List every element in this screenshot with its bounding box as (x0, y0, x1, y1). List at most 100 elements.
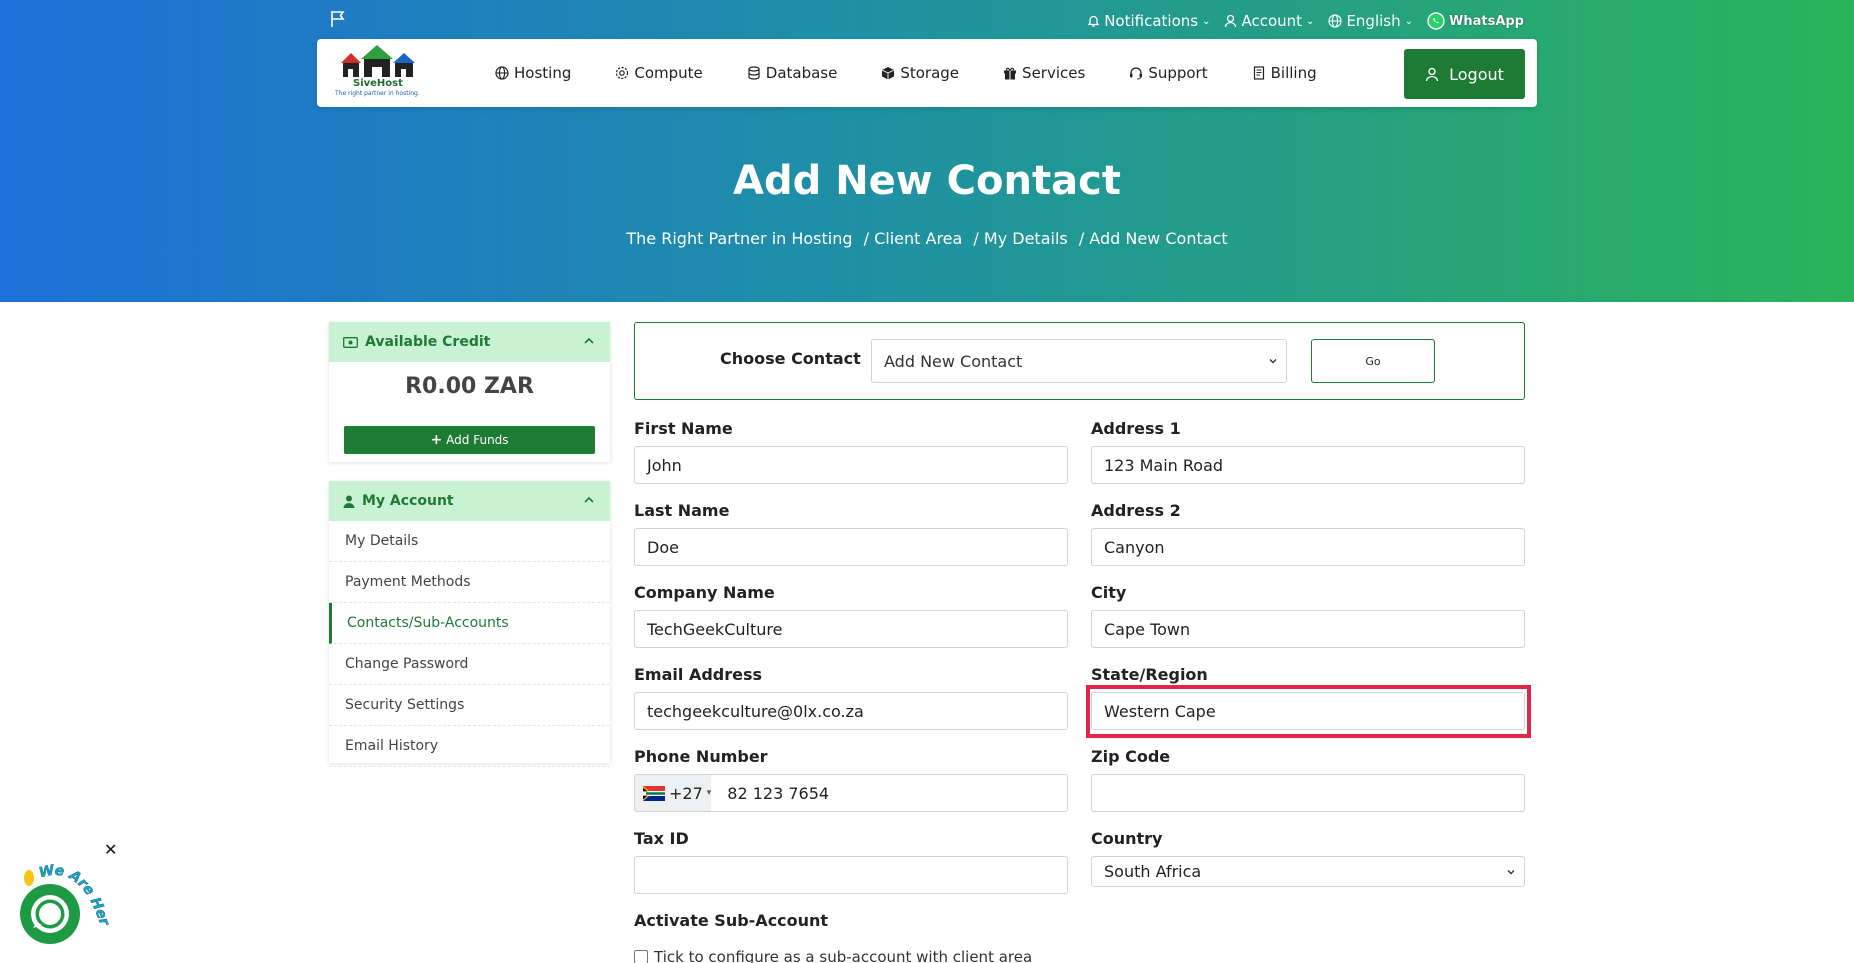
hero-banner: Notifications ⌄ Account ⌄ English ⌄ What… (0, 0, 1854, 302)
money-icon (343, 336, 358, 348)
my-account-header[interactable]: My Account (329, 481, 610, 521)
sidebar-item-contacts[interactable]: Contacts/Sub-Accounts (329, 603, 610, 644)
nav-database[interactable]: Database (747, 64, 838, 82)
subaccount-checkbox[interactable] (634, 950, 648, 963)
breadcrumb-home[interactable]: The Right Partner in Hosting (626, 229, 852, 248)
available-credit-panel: Available Credit R0.00 ZAR + Add Funds (329, 322, 610, 462)
user-icon (1425, 67, 1439, 81)
page-title: Add New Contact (733, 158, 1121, 204)
subaccount-checkbox-label: Tick to configure as a sub-account with … (654, 948, 1033, 963)
country-label: Country (1091, 829, 1163, 848)
last-name-field[interactable]: Doe (634, 528, 1068, 566)
chevron-down-icon (1269, 359, 1277, 364)
chevron-up-icon (584, 496, 594, 503)
first-name-label: First Name (634, 419, 733, 438)
phone-value: 82 123 7654 (727, 783, 830, 803)
choose-contact-box: Choose Contact Add New Contact Go (634, 322, 1525, 400)
notifications-menu[interactable]: Notifications ⌄ (1087, 12, 1210, 30)
address2-field[interactable]: Canyon (1091, 528, 1525, 566)
nav-billing[interactable]: Billing (1252, 64, 1317, 82)
address2-label: Address 2 (1091, 501, 1181, 520)
available-credit-header[interactable]: Available Credit (329, 322, 610, 362)
houses-logo-icon (341, 45, 415, 77)
last-name-label: Last Name (634, 501, 730, 520)
choose-contact-select[interactable]: Add New Contact (871, 339, 1287, 383)
globe-icon (1328, 14, 1343, 28)
go-button[interactable]: Go (1311, 339, 1435, 383)
tax-id-field[interactable] (634, 856, 1068, 894)
flag-icon[interactable] (330, 10, 346, 28)
address1-field[interactable]: 123 Main Road (1091, 446, 1525, 484)
zip-code-label: Zip Code (1091, 747, 1171, 766)
chat-button[interactable] (20, 884, 80, 944)
plus-icon: + (430, 432, 443, 448)
chat-bubble-icon (31, 895, 69, 933)
user-icon (343, 495, 355, 508)
sivehost-logo[interactable]: SiveHost The right partner in hosting. (335, 45, 427, 101)
breadcrumb: The Right Partner in Hosting / Client Ar… (0, 229, 1854, 248)
my-account-panel: My Account My Details Payment Methods Co… (329, 481, 610, 767)
nav-compute[interactable]: Compute (615, 64, 703, 82)
document-icon (1253, 66, 1264, 80)
address1-label: Address 1 (1091, 419, 1181, 438)
chevron-down-icon (1507, 869, 1515, 874)
bell-icon (1087, 15, 1100, 27)
email-field[interactable]: techgeekculture@0lx.co.za (634, 692, 1068, 730)
chat-close-icon[interactable]: ✕ (104, 840, 117, 859)
whatsapp-label: WhatsApp (1449, 13, 1524, 29)
globe-icon (495, 66, 509, 80)
available-credit-title: Available Credit (365, 334, 491, 350)
chevron-down-icon: ⌄ (1404, 15, 1413, 27)
email-value: techgeekculture@0lx.co.za (647, 701, 864, 721)
city-field[interactable]: Cape Town (1091, 610, 1525, 648)
activate-subaccount-label: Activate Sub-Account (634, 911, 829, 930)
country-code: +27 (669, 783, 703, 803)
choose-contact-label: Choose Contact (720, 349, 861, 368)
phone-field[interactable]: +27 ▾ 82 123 7654 (634, 774, 1068, 812)
gear-icon (616, 66, 629, 80)
state-region-field[interactable]: Western Cape (1091, 692, 1525, 730)
city-value: Cape Town (1104, 619, 1191, 639)
whatsapp-link[interactable]: WhatsApp (1427, 12, 1524, 30)
email-address-label: Email Address (634, 665, 763, 684)
sidebar-item-my-details[interactable]: My Details (329, 521, 610, 562)
sidebar-item-email-history[interactable]: Email History (329, 726, 610, 767)
gift-icon (1004, 67, 1017, 80)
my-account-title: My Account (362, 493, 454, 509)
chevron-up-icon (584, 337, 594, 344)
sidebar-item-change-password[interactable]: Change Password (329, 644, 610, 685)
caret-down-icon: ▾ (706, 788, 712, 798)
sidebar-item-security-settings[interactable]: Security Settings (329, 685, 610, 726)
tax-id-label: Tax ID (634, 829, 689, 848)
nav-billing-label: Billing (1270, 64, 1317, 82)
nav-services[interactable]: Services (1003, 64, 1085, 82)
state-region-value: Western Cape (1104, 701, 1216, 721)
breadcrumb-client-area[interactable]: / Client Area (864, 229, 963, 248)
nav-storage[interactable]: Storage (881, 64, 959, 82)
nav-support[interactable]: Support (1129, 64, 1208, 82)
nav-menu: Hosting Compute Database Storage Service… (495, 39, 1361, 107)
logout-label: Logout (1449, 64, 1504, 84)
breadcrumb-my-details[interactable]: / My Details (973, 229, 1067, 248)
add-funds-label: Add Funds (446, 433, 509, 447)
nav-hosting[interactable]: Hosting (495, 64, 571, 82)
add-funds-button[interactable]: + Add Funds (344, 426, 595, 454)
account-menu[interactable]: Account ⌄ (1224, 12, 1314, 30)
city-label: City (1091, 583, 1127, 602)
company-name-label: Company Name (634, 583, 775, 602)
nav-database-label: Database (765, 64, 838, 82)
country-code-dropdown[interactable]: +27 ▾ (643, 775, 719, 811)
company-name-field[interactable]: TechGeekCulture (634, 610, 1068, 648)
country-select[interactable]: South Africa (1091, 856, 1525, 887)
chevron-down-icon: ⌄ (1202, 15, 1211, 27)
logo-brand-text: SiveHost (353, 78, 403, 89)
zip-code-field[interactable] (1091, 774, 1525, 812)
first-name-value: John (647, 455, 682, 475)
company-name-value: TechGeekCulture (647, 619, 783, 639)
logout-button[interactable]: Logout (1404, 49, 1525, 99)
language-menu[interactable]: English ⌄ (1328, 12, 1413, 30)
sidebar-item-payment-methods[interactable]: Payment Methods (329, 562, 610, 603)
first-name-field[interactable]: John (634, 446, 1068, 484)
nav-services-label: Services (1022, 64, 1086, 82)
phone-number-label: Phone Number (634, 747, 768, 766)
